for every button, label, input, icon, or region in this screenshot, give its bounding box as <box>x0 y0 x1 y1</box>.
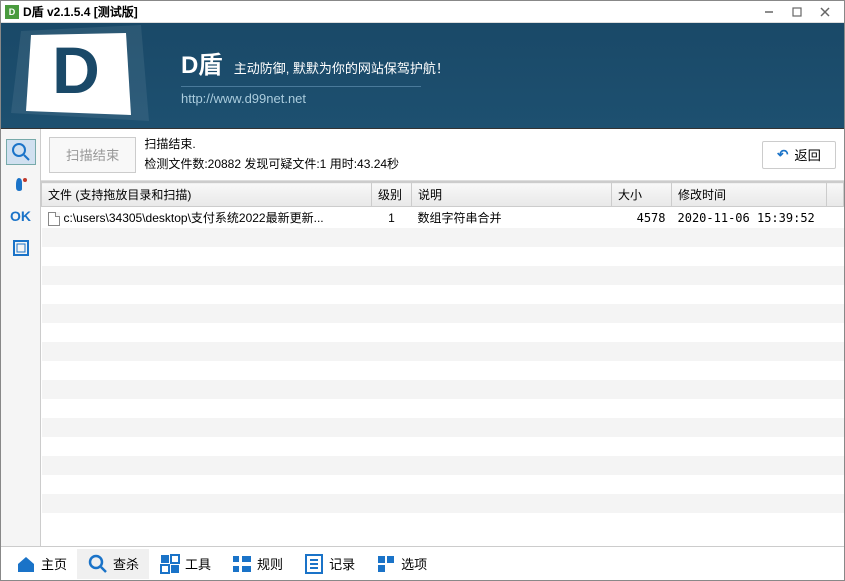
status-line-1: 扫描结束. <box>144 135 754 154</box>
col-header-size[interactable]: 大小 <box>612 183 672 207</box>
nav-scan[interactable]: 查杀 <box>77 549 149 579</box>
back-label: 返回 <box>794 145 821 164</box>
banner-title: D盾 <box>181 52 222 79</box>
status-line-2: 检测文件数:20882 发现可疑文件:1 用时:43.24秒 <box>144 155 754 174</box>
banner-url[interactable]: http://www.d99net.net <box>181 86 421 106</box>
table-row-empty <box>42 494 844 513</box>
nav-tools-label: 工具 <box>185 554 211 573</box>
table-row-empty <box>42 304 844 323</box>
results-table[interactable]: 文件 (支持拖放目录和扫描) 级别 说明 大小 修改时间 c:\users\34… <box>41 181 844 546</box>
banner: D D盾 主动防御, 默默为你的网站保驾护航！ http://www.d99ne… <box>1 23 844 129</box>
cell-desc: 数组字符串合并 <box>412 207 612 229</box>
svg-text:D: D <box>52 33 100 107</box>
banner-subtitle: 主动防御, 默默为你的网站保驾护航！ <box>234 61 449 76</box>
nav-home[interactable]: 主页 <box>5 549 77 579</box>
table-row-empty <box>42 475 844 494</box>
window-title: D盾 v2.1.5.4 [测试版] <box>23 3 762 20</box>
close-button[interactable] <box>818 5 832 19</box>
col-header-extra[interactable] <box>827 183 844 207</box>
maximize-button[interactable] <box>790 5 804 19</box>
hand-icon <box>12 175 30 193</box>
col-header-file[interactable]: 文件 (支持拖放目录和扫描) <box>42 183 372 207</box>
table-row-empty <box>42 437 844 456</box>
col-header-desc[interactable]: 说明 <box>412 183 612 207</box>
table-row-empty <box>42 247 844 266</box>
rules-icon <box>231 553 253 575</box>
table-row-empty <box>42 228 844 247</box>
square-icon <box>12 239 30 257</box>
table-row[interactable]: c:\users\34305\desktop\支付系统2022最新更新... 1… <box>42 207 844 229</box>
cell-time: 2020-11-06 15:39:52 <box>672 207 827 229</box>
titlebar: D D盾 v2.1.5.4 [测试版] <box>1 1 844 23</box>
nav-options[interactable]: 选项 <box>365 549 437 579</box>
sidebar-ok-button[interactable]: OK <box>6 203 36 229</box>
home-icon <box>15 553 37 575</box>
nav-logs[interactable]: 记录 <box>293 549 365 579</box>
app-icon: D <box>5 5 19 19</box>
table-row-empty <box>42 399 844 418</box>
table-row-empty <box>42 361 844 380</box>
sidebar: OK <box>1 129 41 546</box>
cell-size: 4578 <box>612 207 672 229</box>
tools-icon <box>159 553 181 575</box>
search-icon <box>11 142 31 162</box>
table-row-empty <box>42 266 844 285</box>
logo: D <box>1 23 161 129</box>
nav-home-label: 主页 <box>41 554 67 573</box>
bottom-nav: 主页 查杀 工具 规则 记录 选项 <box>1 546 844 580</box>
cell-level: 1 <box>372 207 412 229</box>
nav-scan-label: 查杀 <box>113 554 139 573</box>
nav-tools[interactable]: 工具 <box>149 549 221 579</box>
back-button[interactable]: ↶ 返回 <box>762 141 836 169</box>
options-icon <box>375 553 397 575</box>
col-header-time[interactable]: 修改时间 <box>672 183 827 207</box>
status-text: 扫描结束. 检测文件数:20882 发现可疑文件:1 用时:43.24秒 <box>144 135 754 173</box>
sidebar-box-button[interactable] <box>6 235 36 261</box>
table-row-empty <box>42 380 844 399</box>
scan-button[interactable]: 扫描结束 <box>49 137 136 173</box>
sidebar-search-button[interactable] <box>6 139 36 165</box>
cell-file: c:\users\34305\desktop\支付系统2022最新更新... <box>64 211 324 225</box>
file-icon <box>48 212 60 226</box>
table-row-empty <box>42 418 844 437</box>
minimize-button[interactable] <box>762 5 776 19</box>
nav-rules-label: 规则 <box>257 554 283 573</box>
undo-icon: ↶ <box>777 147 788 163</box>
search-icon <box>87 553 109 575</box>
nav-rules[interactable]: 规则 <box>221 549 293 579</box>
table-row-empty <box>42 456 844 475</box>
table-row-empty <box>42 323 844 342</box>
table-row-empty <box>42 342 844 361</box>
toolbar: 扫描结束 扫描结束. 检测文件数:20882 发现可疑文件:1 用时:43.24… <box>41 129 844 181</box>
table-row-empty <box>42 285 844 304</box>
nav-logs-label: 记录 <box>329 554 355 573</box>
nav-options-label: 选项 <box>401 554 427 573</box>
logs-icon <box>303 553 325 575</box>
sidebar-gesture-button[interactable] <box>6 171 36 197</box>
col-header-level[interactable]: 级别 <box>372 183 412 207</box>
